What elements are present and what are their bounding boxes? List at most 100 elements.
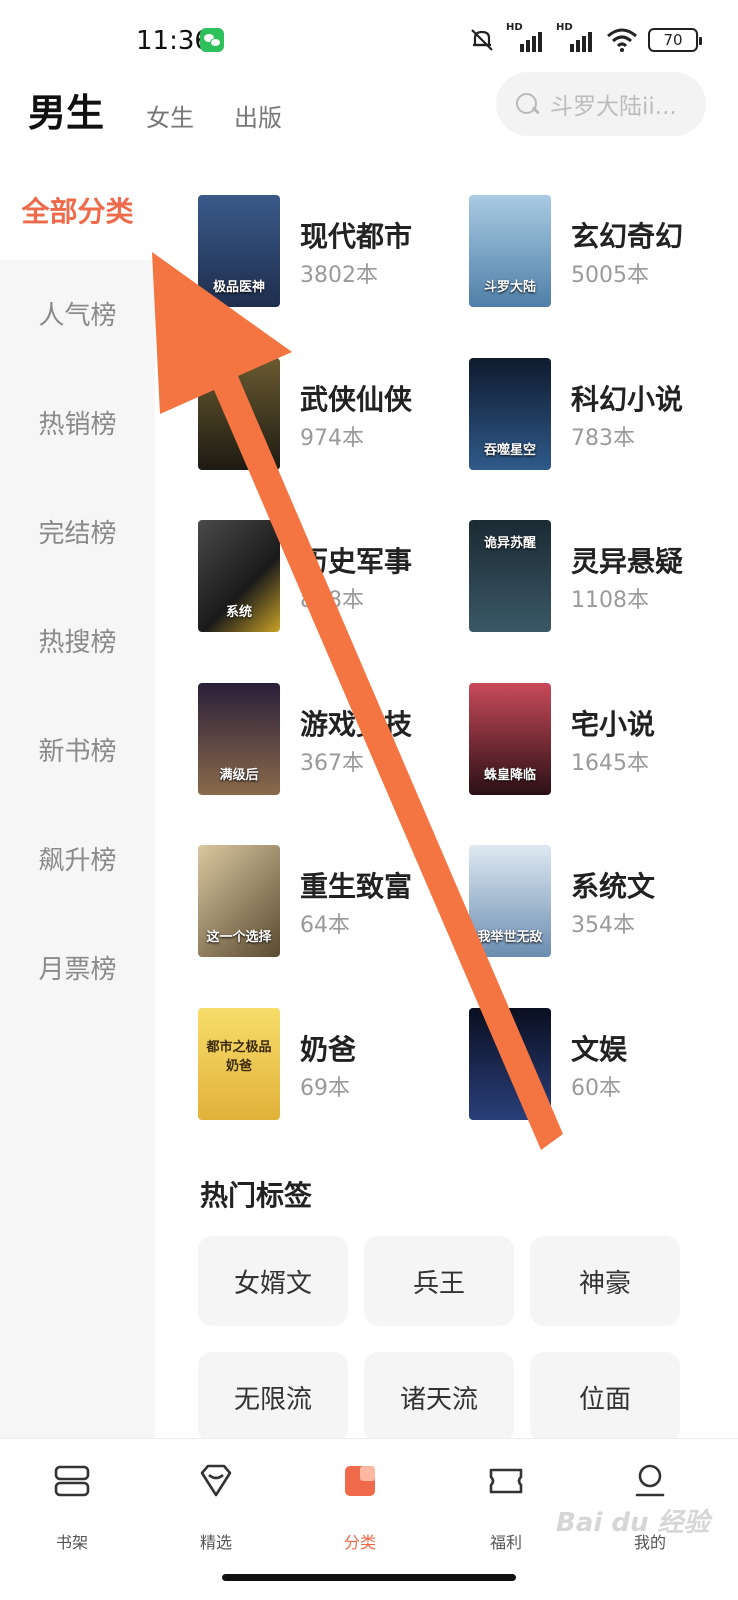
book-cover: 都市之极品奶爸 [198,1008,280,1120]
sidebar-item-hot-search[interactable]: 热搜榜 [0,590,155,690]
ticket-icon [489,1468,523,1494]
category-name: 灵异悬疑 [571,545,684,578]
category-item[interactable]: 文娱 60本 [469,1008,719,1123]
search-icon [514,91,540,117]
signal-icon-2: HD [556,22,596,54]
book-cover: 极品医神 [198,195,280,307]
category-icon [345,1466,375,1496]
battery-icon: 70 [648,28,702,52]
book-cover: 诡异苏醒 [469,520,551,632]
watermark: Bai du 经验 [556,1508,710,1538]
tab-male[interactable]: 男生 [28,82,104,137]
tag-button[interactable]: 女婿文 [198,1236,348,1326]
tag-button[interactable]: 诸天流 [364,1352,514,1442]
app-screen: 11:36 HD HD 70 男生 女生 出版 斗罗大陆ii... 全部分类 人… [0,0,738,1600]
tag-button[interactable]: 神豪 [530,1236,680,1326]
cover-title: 诡异苏醒 [483,536,536,551]
book-cover: 蛛皇降临 [469,683,551,795]
mute-bell-icon [471,29,493,51]
search-placeholder: 斗罗大陆ii... [550,94,677,120]
tab-publish[interactable]: 出版 [234,98,282,133]
category-name: 文娱 [571,1033,628,1066]
category-name: 武侠仙侠 [300,383,413,416]
tag-button[interactable]: 无限流 [198,1352,348,1442]
category-name: 历史军事 [300,545,413,578]
category-name: 游戏竞技 [300,708,413,741]
cover-title: 斗罗大陆 [483,280,536,295]
category-count: 64本 [300,913,350,938]
category-name: 宅小说 [571,708,656,741]
sidebar-item-monthly-ticket[interactable]: 月票榜 [0,917,155,1017]
book-cover: 系统 [198,520,280,632]
book-cover [198,358,280,470]
featured-icon [200,1464,232,1497]
wechat-notification-icon [200,28,224,52]
category-name: 现代都市 [300,220,413,253]
wifi-icon [607,28,637,52]
book-cover: 这一个选择 [198,845,280,957]
nav-featured[interactable]: 精选 [166,1461,266,1552]
nav-label: 书架 [55,1533,88,1552]
tag-button[interactable]: 兵王 [364,1236,514,1326]
cover-title: 蛛皇降临 [483,768,536,783]
tab-female[interactable]: 女生 [146,98,194,133]
category-count: 69本 [300,1076,350,1101]
profile-icon [635,1464,665,1497]
category-name: 重生致富 [300,870,413,903]
hd-label-1: HD [506,22,523,33]
sidebar-item-rising[interactable]: 飙升榜 [0,808,155,908]
sidebar-item-new-books[interactable]: 新书榜 [0,699,155,799]
category-count: 354本 [571,913,635,938]
category-item[interactable]: 这一个选择 重生致富 64本 [198,845,448,960]
category-item[interactable]: 极品医神 现代都市 3802本 [198,195,448,310]
book-cover: 满级后 [198,683,280,795]
rank-sidebar: 全部分类 人气榜 热销榜 完结榜 热搜榜 新书榜 飙升榜 月票榜 [0,160,155,1460]
category-item[interactable]: 吞噬星空 科幻小说 783本 [469,358,719,473]
nav-label: 精选 [199,1533,232,1552]
cover-title: 极品医神 [212,280,265,295]
category-name: 科幻小说 [571,383,684,416]
nav-category[interactable]: 分类 [310,1461,410,1552]
cover-title: 这一个选择 [206,930,272,945]
category-name: 玄幻奇幻 [571,220,684,253]
sidebar-item-completed[interactable]: 完结榜 [0,481,155,581]
category-name: 系统文 [571,870,656,903]
category-item[interactable]: 我举世无敌 系统文 354本 [469,845,719,960]
category-item[interactable]: 都市之极品奶爸 奶爸 69本 [198,1008,448,1123]
category-count: 367本 [300,751,364,776]
category-count: 5005本 [571,263,649,288]
category-count: 783本 [571,426,635,451]
category-count: 60本 [571,1076,621,1101]
hot-tags-title: 热门标签 [200,1179,313,1212]
signal-icon-1: HD [506,22,546,54]
search-input[interactable]: 斗罗大陆ii... [496,72,706,136]
book-cover: 吞噬星空 [469,358,551,470]
header: 男生 女生 出版 斗罗大陆ii... [0,70,738,150]
sidebar-item-bestseller[interactable]: 热销榜 [0,372,155,472]
book-cover: 斗罗大陆 [469,195,551,307]
category-item[interactable]: 满级后 游戏竞技 367本 [198,683,448,798]
sidebar-item-all-categories[interactable]: 全部分类 [0,160,155,260]
category-count: 1108本 [571,588,649,613]
category-item[interactable]: 诡异苏醒 灵异悬疑 1108本 [469,520,719,635]
cover-title: 都市之极品奶爸 [206,1040,272,1074]
category-item[interactable]: 蛛皇降临 宅小说 1645本 [469,683,719,798]
category-item[interactable]: 斗罗大陆 玄幻奇幻 5005本 [469,195,719,310]
book-cover: 我举世无敌 [469,845,551,957]
hd-label-2: HD [556,22,573,33]
category-count: 838本 [300,588,364,613]
sidebar-item-popular[interactable]: 人气榜 [0,263,155,363]
category-count: 974本 [300,426,364,451]
category-item[interactable]: 武侠仙侠 974本 [198,358,448,473]
category-name: 奶爸 [300,1033,357,1066]
cover-title: 系统 [225,605,252,620]
tag-button[interactable]: 位面 [530,1352,680,1442]
category-count: 3802本 [300,263,378,288]
cover-title: 吞噬星空 [483,443,536,458]
nav-bookshelf[interactable]: 书架 [22,1461,122,1552]
home-indicator[interactable] [222,1574,516,1581]
nav-welfare[interactable]: 福利 [456,1461,556,1552]
category-item[interactable]: 系统 历史军事 838本 [198,520,448,635]
cover-title: 我举世无敌 [477,930,543,945]
battery-level: 70 [663,31,683,49]
